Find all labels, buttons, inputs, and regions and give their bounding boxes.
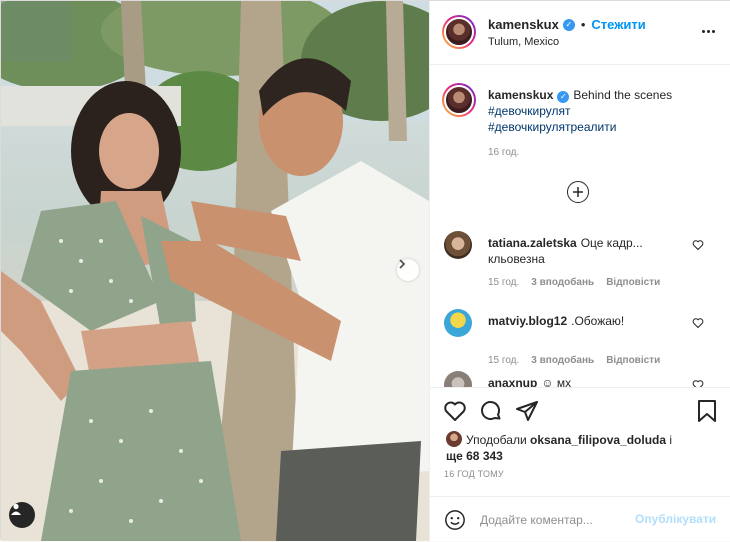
comment-item: matviy.blog12 .Обожаю! 15 год. 3 вподобан…: [430, 309, 730, 379]
tagged-users-button[interactable]: [9, 502, 35, 528]
likes-count[interactable]: ще 68 343: [446, 449, 503, 463]
like-button[interactable]: [442, 398, 468, 424]
comment-bubble-icon: [481, 401, 501, 420]
comment-body: .Обожаю!: [571, 314, 625, 328]
user-tag-icon: [11, 503, 21, 515]
comment-item: anaxnup ☺ мх: [430, 371, 730, 387]
comment-time: 15 год.: [488, 355, 520, 366]
comment-body: ☺ мх: [541, 376, 572, 387]
comment-text: anaxnup ☺ мх: [488, 375, 688, 387]
comments-section[interactable]: kamenskux ✓ Behind the scenes #девочкируля…: [430, 65, 730, 387]
verified-badge-icon: ✓: [562, 18, 575, 31]
comment-meta: 15 год. 3 вподобань Відповісти: [488, 355, 660, 366]
plus-icon: [573, 187, 583, 197]
caption-username[interactable]: kamenskux: [488, 88, 553, 102]
heart-icon[interactable]: [692, 239, 704, 251]
publish-button[interactable]: Опублікувати: [635, 512, 716, 526]
save-button[interactable]: [694, 398, 720, 424]
separator-dot: •: [580, 17, 586, 32]
comment-text: tatiana.zaletska Оце кадр... кльовезна: [488, 235, 688, 267]
reply-button[interactable]: Відповісти: [606, 277, 660, 288]
liked-by-summary: Уподобали oksana_filipova_doluda і ще 68…: [446, 431, 716, 464]
liked-by-connector: і: [669, 433, 673, 447]
comment-input[interactable]: [480, 509, 630, 531]
photo-scene: [1, 1, 429, 541]
caption-avatar[interactable]: [442, 83, 476, 117]
post-actions: Уподобали oksana_filipova_doluda і ще 68…: [430, 387, 730, 541]
commenter-username[interactable]: tatiana.zaletska: [488, 236, 577, 250]
add-comment-bar: Опублікувати: [430, 496, 730, 542]
comment-text: matviy.blog12 .Обожаю!: [488, 313, 688, 329]
load-more-comments-button[interactable]: [567, 181, 589, 203]
post-side-panel: kamenskux ✓ • Стежити Tulum, Mexico kame…: [429, 1, 730, 541]
heart-icon[interactable]: [692, 379, 704, 387]
caption-text: kamenskux ✓ Behind the scenes #девочкируля…: [488, 87, 718, 135]
emoji-icon[interactable]: [444, 509, 466, 531]
hashtag-link[interactable]: #девочкирулятреалити: [488, 119, 718, 135]
comment-item: tatiana.zaletska Оце кадр... кльовезна 15…: [430, 231, 730, 301]
liked-by-prefix: Уподобали: [466, 433, 527, 447]
comment-meta: 15 год. 3 вподобань Відповісти: [488, 277, 660, 288]
verified-badge-icon: ✓: [557, 91, 570, 103]
next-photo-button[interactable]: [397, 259, 419, 281]
post-location[interactable]: Tulum, Mexico: [488, 36, 559, 48]
commenter-avatar[interactable]: [444, 309, 472, 337]
commenter-username[interactable]: matviy.blog12: [488, 314, 567, 328]
instagram-post-modal: kamenskux ✓ • Стежити Tulum, Mexico kame…: [0, 0, 730, 541]
heart-icon: [444, 401, 466, 421]
share-button[interactable]: [514, 398, 540, 424]
comment-time: 15 год.: [488, 277, 520, 288]
comment-likes-count[interactable]: 3 вподобань: [531, 355, 594, 366]
caption-time: 16 год.: [488, 147, 520, 158]
liker-avatar[interactable]: [446, 431, 462, 447]
liker-username[interactable]: oksana_filipova_doluda: [530, 433, 666, 447]
author-username[interactable]: kamenskux: [488, 17, 559, 32]
chevron-right-icon: [399, 259, 406, 269]
commenter-avatar[interactable]: [444, 231, 472, 259]
bookmark-icon: [698, 400, 716, 422]
reply-button[interactable]: Відповісти: [606, 355, 660, 366]
commenter-username[interactable]: anaxnup: [488, 376, 537, 387]
follow-button[interactable]: Стежити: [591, 17, 645, 32]
hashtag-link[interactable]: #девочкирулят: [488, 103, 718, 119]
caption-body: Behind the scenes: [573, 88, 673, 102]
paper-plane-icon: [516, 401, 538, 421]
more-options-icon[interactable]: [698, 21, 718, 41]
post-photo[interactable]: [1, 1, 429, 541]
author-row: kamenskux ✓ • Стежити: [488, 17, 646, 32]
heart-icon[interactable]: [692, 317, 704, 329]
post-timestamp[interactable]: 16 ГОД ТОМУ: [444, 469, 504, 479]
author-avatar[interactable]: [442, 15, 476, 49]
comment-likes-count[interactable]: 3 вподобань: [531, 277, 594, 288]
commenter-avatar[interactable]: [444, 371, 472, 387]
comment-button[interactable]: [478, 398, 504, 424]
post-header: kamenskux ✓ • Стежити Tulum, Mexico: [430, 1, 730, 65]
